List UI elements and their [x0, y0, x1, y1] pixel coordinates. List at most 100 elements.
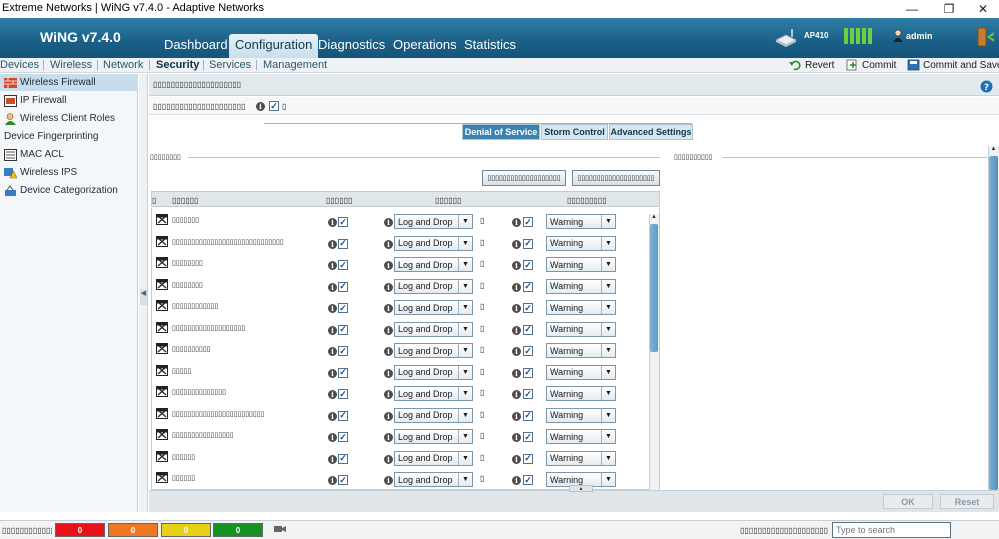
- access-point-icon[interactable]: [773, 27, 799, 47]
- reset-button[interactable]: Reset: [940, 494, 994, 509]
- info-icon[interactable]: i: [328, 239, 337, 249]
- enable-checkbox[interactable]: ✓: [338, 238, 348, 249]
- level-select[interactable]: Warning ▼: [546, 257, 616, 272]
- info-icon[interactable]: i: [512, 282, 521, 292]
- help-icon[interactable]: ?: [980, 80, 993, 93]
- log-checkbox[interactable]: ✓: [523, 389, 533, 399]
- info-icon[interactable]: i: [384, 411, 393, 421]
- revert-button[interactable]: Revert: [789, 59, 834, 71]
- info-icon[interactable]: i: [328, 411, 337, 421]
- info-icon[interactable]: i: [512, 411, 521, 421]
- log-checkbox[interactable]: ✓: [523, 410, 533, 421]
- info-icon[interactable]: i: [384, 325, 393, 335]
- info-icon[interactable]: i: [384, 454, 393, 464]
- subnav-management[interactable]: Management: [263, 59, 327, 71]
- log-checkbox[interactable]: ✓: [523, 346, 533, 356]
- subnav-security[interactable]: Security: [156, 59, 199, 71]
- info-icon[interactable]: i: [512, 347, 521, 356]
- info-icon[interactable]: i: [328, 304, 337, 313]
- minimize-button[interactable]: —: [897, 0, 927, 18]
- tree-item-device-fingerprinting[interactable]: Device Fingerprinting: [0, 128, 138, 145]
- enable-checkbox[interactable]: ✓: [338, 410, 348, 421]
- info-icon[interactable]: i: [512, 454, 521, 464]
- info-icon[interactable]: i: [328, 476, 337, 485]
- enable-checkbox[interactable]: ✓: [338, 475, 348, 485]
- info-icon[interactable]: i: [384, 304, 393, 313]
- table-scroll-thumb[interactable]: [650, 224, 658, 352]
- tab-operations[interactable]: Operations: [387, 34, 463, 58]
- subnav-wireless[interactable]: Wireless: [50, 59, 92, 71]
- tree-item-mac-acl[interactable]: MAC ACL: [0, 146, 138, 163]
- action-select[interactable]: Log and Drop ▼: [394, 321, 473, 337]
- info-icon[interactable]: i: [328, 347, 337, 356]
- level-select[interactable]: Warning ▼: [546, 450, 616, 466]
- action-select[interactable]: Log and Drop ▼: [394, 300, 473, 315]
- info-icon[interactable]: i: [328, 218, 337, 227]
- username[interactable]: admin: [906, 31, 933, 41]
- log-checkbox[interactable]: ✓: [523, 475, 533, 485]
- info-icon[interactable]: i: [328, 368, 337, 378]
- scroll-up-icon[interactable]: ▲: [650, 214, 658, 222]
- info-icon[interactable]: i: [256, 102, 265, 111]
- enable-checkbox[interactable]: ✓: [338, 453, 348, 464]
- level-select[interactable]: Warning ▼: [546, 321, 616, 337]
- action-button-1[interactable]: ▯▯▯▯▯▯▯▯▯▯▯▯▯▯▯▯▯▯▯: [482, 170, 566, 186]
- info-icon[interactable]: i: [384, 347, 393, 356]
- enable-checkbox[interactable]: ✓: [269, 101, 279, 111]
- ok-button[interactable]: OK: [883, 494, 933, 509]
- tab-denial-of-service[interactable]: Denial of Service: [462, 124, 540, 140]
- info-icon[interactable]: i: [512, 368, 521, 378]
- info-icon[interactable]: i: [328, 325, 337, 335]
- commit-and-save-button[interactable]: Commit and Save: [907, 59, 999, 71]
- close-button[interactable]: ✕: [968, 0, 998, 18]
- log-checkbox[interactable]: ✓: [523, 367, 533, 378]
- page-scroll-thumb[interactable]: [989, 156, 998, 490]
- enable-checkbox[interactable]: ✓: [338, 281, 348, 292]
- enable-checkbox[interactable]: ✓: [338, 432, 348, 442]
- info-icon[interactable]: i: [384, 239, 393, 249]
- level-select[interactable]: Warning ▼: [546, 278, 616, 294]
- info-icon[interactable]: i: [512, 218, 521, 227]
- info-icon[interactable]: i: [512, 476, 521, 485]
- page-scroll-up-icon[interactable]: ▲: [989, 146, 998, 155]
- info-icon[interactable]: i: [384, 282, 393, 292]
- log-checkbox[interactable]: ✓: [523, 260, 533, 270]
- subnav-devices[interactable]: Devices: [0, 59, 39, 71]
- info-icon[interactable]: i: [512, 433, 521, 442]
- tab-dashboard[interactable]: Dashboard: [158, 34, 234, 58]
- restore-button[interactable]: ❐: [934, 0, 964, 18]
- info-icon[interactable]: i: [512, 325, 521, 335]
- alarm-critical[interactable]: 0: [55, 523, 105, 537]
- camera-icon[interactable]: [274, 524, 286, 534]
- action-button-2[interactable]: ▯▯▯▯▯▯▯▯▯▯▯▯▯▯▯▯▯▯▯▯: [572, 170, 660, 186]
- subnav-services[interactable]: Services: [209, 59, 251, 71]
- enable-checkbox[interactable]: ✓: [338, 324, 348, 335]
- info-icon[interactable]: i: [384, 476, 393, 485]
- action-select[interactable]: Log and Drop ▼: [394, 235, 473, 251]
- tab-configuration[interactable]: Configuration: [229, 34, 319, 58]
- log-checkbox[interactable]: ✓: [523, 238, 533, 249]
- tree-item-wireless-firewall[interactable]: Wireless Firewall: [0, 74, 138, 91]
- tab-storm-control[interactable]: Storm Control: [541, 124, 608, 140]
- info-icon[interactable]: i: [328, 390, 337, 399]
- level-select[interactable]: Warning ▼: [546, 364, 616, 380]
- action-select[interactable]: Log and Drop ▼: [394, 386, 473, 401]
- info-icon[interactable]: i: [384, 390, 393, 399]
- logout-icon[interactable]: [976, 26, 996, 48]
- enable-checkbox[interactable]: ✓: [338, 303, 348, 313]
- enable-checkbox[interactable]: ✓: [338, 260, 348, 270]
- info-icon[interactable]: i: [328, 454, 337, 464]
- info-icon[interactable]: i: [328, 282, 337, 292]
- level-select[interactable]: Warning ▼: [546, 343, 616, 358]
- log-checkbox[interactable]: ✓: [523, 453, 533, 464]
- action-select[interactable]: Log and Drop ▼: [394, 343, 473, 358]
- alarm-major[interactable]: 0: [108, 523, 158, 537]
- action-select[interactable]: Log and Drop ▼: [394, 429, 473, 444]
- action-select[interactable]: Log and Drop ▼: [394, 407, 473, 423]
- action-select[interactable]: Log and Drop ▼: [394, 214, 473, 229]
- log-checkbox[interactable]: ✓: [523, 324, 533, 335]
- expand-arrow-icon[interactable]: ▲: [569, 485, 593, 492]
- alarm-minor[interactable]: 0: [161, 523, 211, 537]
- info-icon[interactable]: i: [384, 218, 393, 227]
- log-checkbox[interactable]: ✓: [523, 281, 533, 292]
